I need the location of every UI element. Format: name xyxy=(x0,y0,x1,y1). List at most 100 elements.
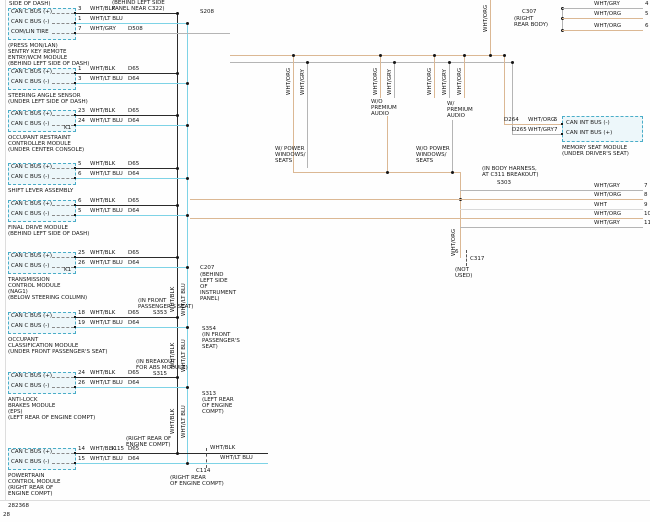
wire-color-label: WHT/ORG xyxy=(594,23,621,29)
pin-number: 5 xyxy=(554,117,558,123)
splice-dot xyxy=(186,214,189,217)
wire-color-label: WHT/LT BLU xyxy=(90,76,123,82)
module-pin-label: CAN INT BUS (-) xyxy=(566,120,610,126)
pin-number: 9 xyxy=(644,202,648,208)
inner-leader-line xyxy=(52,387,74,388)
module-pin-label: CAN C BUS (-) xyxy=(11,121,49,127)
wire-color-label-vertical: WHT/GRY xyxy=(442,69,448,95)
wire-color-label: WHT/BLK xyxy=(90,198,115,204)
option-group-label: SEATS xyxy=(416,158,433,164)
circuit-label: D64 xyxy=(128,118,139,124)
wire-row xyxy=(76,215,187,216)
splice-dot xyxy=(379,54,382,57)
wire-horizontal xyxy=(293,172,460,173)
wire-color-label-vertical: WHT/ORG xyxy=(483,5,489,32)
pin-number: 18 xyxy=(78,310,85,316)
mid-pin-wire xyxy=(190,218,643,219)
wire-vertical xyxy=(434,55,435,98)
wire-horizontal xyxy=(230,62,512,63)
wire-color-label-vertical: WHT/ORG xyxy=(451,229,457,256)
wire-vertical xyxy=(464,55,465,98)
wire-color-label: WHT/ORG xyxy=(594,11,621,17)
module-pin-label: CAN C BUS (-) xyxy=(11,323,49,329)
wire-color-label: WHT/BLK xyxy=(210,445,235,451)
wire-row xyxy=(76,257,177,258)
splice-note: SEAT) xyxy=(202,344,218,350)
splice-dot xyxy=(292,54,295,57)
inner-leader-line xyxy=(52,13,74,14)
splice-dot xyxy=(489,54,492,57)
pin-number: 6 xyxy=(78,171,82,177)
splice-dot xyxy=(186,266,189,269)
module-pin-label: CAN C BUS (+) xyxy=(11,69,52,75)
wire-vertical xyxy=(387,116,388,172)
splice-dot xyxy=(463,54,466,57)
mid-pin-wire xyxy=(190,199,643,200)
wire-color-label: WHT/LT BLU xyxy=(90,208,123,214)
wire-color-label: WHT/ORG xyxy=(594,211,621,217)
inner-leader-line xyxy=(52,178,74,179)
pin-number: 24 xyxy=(78,118,85,124)
module-pin-label: CAN C BUS (-) xyxy=(11,383,49,389)
wire-vertical xyxy=(307,62,308,168)
wire-row xyxy=(76,387,187,388)
wire-row xyxy=(76,463,268,464)
module-pin-label: CAN C BUS (-) xyxy=(11,174,49,180)
inner-leader-line xyxy=(52,168,74,169)
pin-number: 8 xyxy=(644,192,648,198)
wire-row xyxy=(76,267,187,268)
top-pin-wire xyxy=(562,30,643,31)
circuit-label: D65 xyxy=(128,198,139,204)
wire-row xyxy=(76,33,230,34)
wire-vertical xyxy=(504,55,505,124)
module-pin-label: COM/LIN TIRE xyxy=(11,29,49,35)
splice-dot xyxy=(176,72,179,75)
wire-color-label: WHT/ORG xyxy=(594,192,621,198)
wire-color-label-vertical: WHT/ORG xyxy=(373,68,379,95)
page-number: 28 xyxy=(3,512,10,518)
circuit-label: D64 xyxy=(128,260,139,266)
pin-number: 6 xyxy=(78,198,82,204)
circuit-label: D265 xyxy=(512,127,527,133)
module-pin-label: CAN C BUS (+) xyxy=(11,9,52,15)
memory-seat-wire xyxy=(504,124,562,125)
module-pin-label: CAN C BUS (+) xyxy=(11,373,52,379)
circuit-label: D65 xyxy=(128,161,139,167)
wire-vertical xyxy=(380,55,381,98)
module-caption: ENGINE COMPT) xyxy=(8,491,53,497)
top-pin-wire xyxy=(562,18,643,19)
inner-leader-line xyxy=(52,377,74,378)
splice-dot xyxy=(186,177,189,180)
inner-leader-line xyxy=(52,73,74,74)
option-group-label: SEATS xyxy=(275,158,292,164)
wire-color-label-vertical: WHT/ORG xyxy=(286,68,292,95)
inner-leader-line xyxy=(52,23,74,24)
wire-color-label: WHT/GRY xyxy=(528,127,554,133)
can-c-minus-bus xyxy=(187,22,188,463)
pin-number: 26 xyxy=(78,260,85,266)
splice-dot xyxy=(186,22,189,25)
connector-label-c207: C207 xyxy=(200,265,214,271)
splice-label-s315: S315 xyxy=(153,371,167,377)
circuit-label: D65 xyxy=(128,66,139,72)
connector-note: OF ENGINE COMPT) xyxy=(170,481,224,487)
splice-label-s353: S353 xyxy=(153,310,167,316)
circuit-label: D508 xyxy=(128,26,143,32)
module-pin-label: CAN INT BUS (+) xyxy=(566,130,612,136)
wire-color-label-vertical: WHT/BLK xyxy=(170,343,176,368)
splice-dot xyxy=(176,204,179,207)
circuit-label: D65 xyxy=(128,108,139,114)
wire-color-label: WHT/LT BLU xyxy=(90,380,123,386)
wire-color-label-vertical: WHT/BLK xyxy=(170,287,176,312)
module-caption: (UNDER CENTER CONSOLE) xyxy=(8,147,84,153)
module-caption: (BELOW STEERING COLUMN) xyxy=(8,295,87,301)
circuit-label: D64 xyxy=(128,171,139,177)
mid-pin-wire xyxy=(460,190,643,191)
wire-row xyxy=(76,168,177,169)
extra-pin-label: K1 xyxy=(64,125,71,131)
wire-row xyxy=(76,377,177,378)
wire-color-label-vertical: WHT/LT BLU xyxy=(181,405,187,438)
s208-note: PANEL NEAR C322) xyxy=(112,6,165,12)
splice-dot xyxy=(386,171,389,174)
connector-note: USED) xyxy=(455,273,472,279)
